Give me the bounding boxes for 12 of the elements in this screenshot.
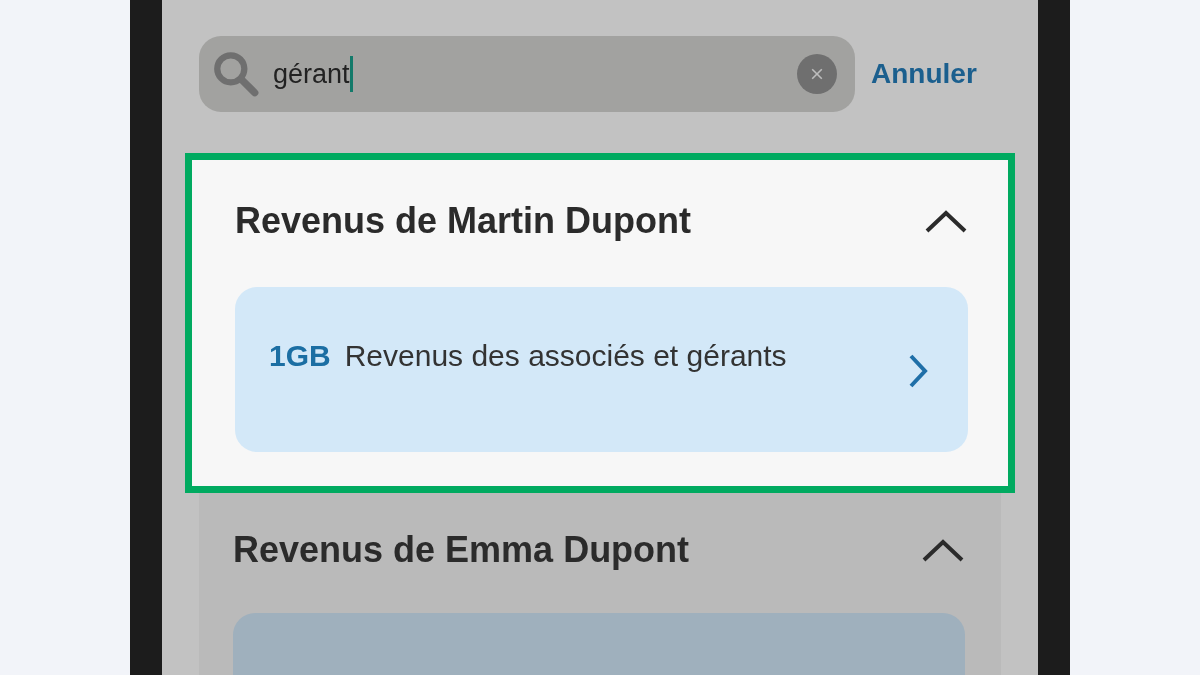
cancel-link[interactable]: Annuler [871,58,977,90]
chevron-up-icon[interactable] [924,208,968,234]
chevron-up-icon[interactable] [921,537,965,563]
chevron-right-icon [908,352,928,389]
list-item[interactable]: 1GB Revenus des associés et gérants [235,287,968,452]
item-code: 1GB [269,338,331,373]
section-title: Revenus de Emma Dupont [233,529,690,571]
search-icon [211,49,261,99]
search-field[interactable]: gérant [199,36,855,112]
section-title: Revenus de Martin Dupont [235,200,692,242]
search-text: gérant [273,58,350,90]
item-label: Revenus des associés et gérants [344,338,787,373]
